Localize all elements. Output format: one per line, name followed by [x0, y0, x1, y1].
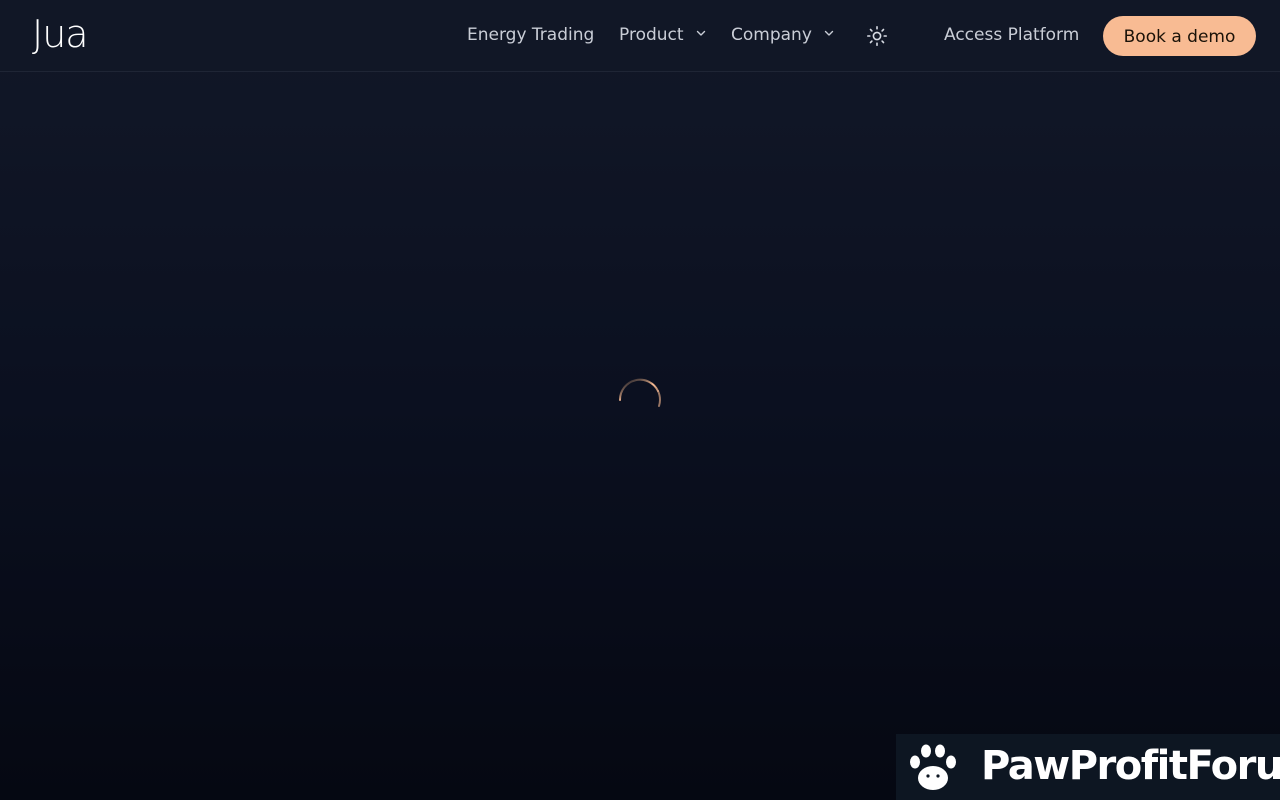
watermark-text: PawProfitForum [981, 743, 1280, 789]
nav-product-dropdown[interactable]: Product [619, 24, 706, 46]
paw-icon [910, 744, 956, 790]
jua-logo[interactable]: Jua [32, 14, 89, 54]
sun-icon[interactable] [866, 25, 888, 47]
loading-spinner-icon [618, 378, 662, 407]
nav-energy-trading[interactable]: Energy Trading [467, 24, 594, 46]
nav-company-label: Company [731, 25, 812, 45]
nav-energy-trading-label: Energy Trading [467, 25, 595, 45]
nav-product-label: Product [619, 25, 684, 45]
book-demo-button[interactable]: Book a demo [1103, 16, 1256, 56]
watermark-banner: PawProfitForum [896, 734, 1280, 800]
top-navbar: Jua Energy Trading Product Company Acces… [0, 0, 1280, 72]
nav-company-dropdown[interactable]: Company [731, 24, 834, 46]
chevron-down-icon [825, 30, 834, 36]
access-platform-label: Access Platform [944, 25, 1080, 45]
chevron-down-icon [696, 30, 706, 36]
access-platform-link[interactable]: Access Platform [944, 24, 1079, 46]
